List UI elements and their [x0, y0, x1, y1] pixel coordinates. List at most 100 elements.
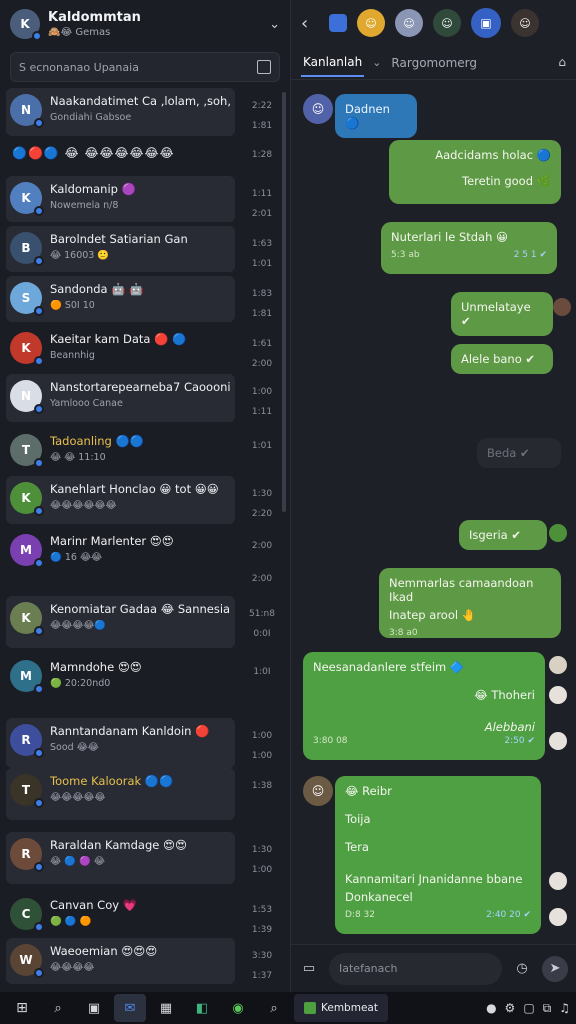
message-bubble[interactable]: Isgeria ✔: [459, 520, 547, 550]
message-preview: 😂😂😂😂😂😂: [50, 500, 117, 511]
conversation-toolbar: ‹ ☺ ☺ ☺ ▣ ☺: [291, 0, 576, 46]
message-text: Tera: [345, 840, 369, 854]
message-text: Toija: [345, 812, 371, 826]
tab-other[interactable]: Rargomomerg: [389, 50, 479, 76]
message-preview: 😂 🔵 🟣 😂: [50, 856, 105, 867]
message-bubble[interactable]: Unmelataye ✔: [451, 292, 553, 336]
chat-list-item[interactable]: R Ranntandanam Kanldoin 🔴 Sood 😂😂: [6, 718, 235, 768]
attach-icon[interactable]: ▭: [299, 959, 319, 979]
message-bubble[interactable]: Dadnen 🔵: [335, 94, 417, 138]
chevron-down-icon[interactable]: ⌄: [269, 17, 280, 32]
message-composer: ▭ Iatefanach ◷ ➤: [291, 944, 576, 992]
participant-avatar[interactable]: ☺: [433, 9, 461, 37]
message-time: 3:8 a0: [389, 628, 418, 638]
conversation-tabs: Kanlanlah ⌄ Rargomomerg ⌂: [291, 46, 576, 80]
message-text: Nemmarlas camaandoan Ikad: [389, 576, 534, 604]
chat-list-item[interactable]: N Nanstortarepearneba7 Caooonisae Yamlooo …: [6, 374, 235, 422]
settings-icon[interactable]: ⚙: [505, 1001, 516, 1016]
message-text: Aadcidams holac 🔵: [435, 148, 551, 162]
reader-avatar: [553, 298, 571, 316]
message-text: Unmelataye ✔: [461, 300, 531, 328]
profile-avatar[interactable]: K: [10, 9, 42, 41]
chat-list-item[interactable]: K Kenomiatar Gadaa 😂 Sannesiah 😂😂😂😂🔵: [6, 596, 235, 648]
message-bubble[interactable]: Beda ✔: [477, 438, 561, 468]
contact-name: Marinr Marlenter 😍😍: [50, 534, 174, 548]
chat-timestamp: 1:0I: [253, 667, 271, 677]
chat-timestamp: 1:30 1:00: [251, 845, 273, 875]
chat-list-item[interactable]: K Kanehlart Honclao 😀 tot 😀😀 😂😂😂😂😂😂: [6, 476, 235, 524]
compose-icon[interactable]: [257, 60, 271, 74]
message-text: Beda ✔: [487, 446, 530, 460]
message-time: D:8 32: [345, 910, 376, 920]
participant-avatar[interactable]: ☺: [395, 9, 423, 37]
search-icon[interactable]: ⌕: [42, 994, 74, 1022]
message-preview: 😂😂😂😂😂: [50, 792, 106, 803]
message-bubble[interactable]: Nuterlari le Stdah 😀 5:3 ab 2 5 1 ✔: [381, 222, 557, 274]
chat-list-item[interactable]: W Waeoemian 😍😍😍 😂😂😂😂: [6, 938, 235, 984]
chat-list-item[interactable]: B Barolndet Satiarian Gan 😂 16003 🙂: [6, 226, 235, 272]
chat-list-item[interactable]: K Kaldomanip 🟣 Nowemela n/8: [6, 176, 235, 222]
messenger-app-icon[interactable]: ✉: [114, 994, 146, 1022]
chat-timestamp: 1:00 1:00: [251, 731, 273, 761]
contact-name: Kanehlart Honclao 😀 tot 😀😀: [50, 482, 219, 496]
group-chat-participants[interactable]: 🔵🔴🔵 😂 😂😂😂😂😂😂: [12, 146, 175, 160]
gallery-icon[interactable]: ▦: [150, 994, 182, 1022]
message-bubble[interactable]: Aadcidams holac 🔵 Teretin good 🌿: [389, 140, 561, 204]
message-input[interactable]: Iatefanach: [329, 952, 502, 985]
taskbar-app-button[interactable]: Kembmeat: [294, 994, 388, 1022]
message-preview: 😂 16003 🙂: [50, 250, 110, 261]
chat-list-item[interactable]: M Mamndohe 😍😍 🟢 20:20nd0: [6, 654, 235, 698]
chat-list-item[interactable]: T Toome Kaloorak 🔵🔵 😂😂😂😂😂: [6, 768, 235, 820]
contact-name: Kaeitar kam Data 🔴 🔵: [50, 332, 187, 346]
sidebar-title: Kaldommtan: [48, 10, 141, 25]
contact-avatar: K: [10, 332, 44, 366]
search-placeholder: S ecnonanao Upanaia: [19, 60, 139, 74]
chat-list-item[interactable]: T Tadoanling 🔵🔵 😂 😂 11:10: [6, 428, 235, 468]
message-preview: 😂 😂 11:10: [50, 452, 106, 463]
contact-avatar: C: [10, 898, 44, 932]
tab-active[interactable]: Kanlanlah: [301, 49, 365, 77]
chat-list-item[interactable]: S Sandonda 🤖 🤖 🟠 S0I 10: [6, 276, 235, 322]
contact-avatar: K: [10, 602, 44, 636]
window-icon[interactable]: ⧉: [543, 1001, 552, 1016]
search-icon[interactable]: ⌕: [258, 994, 290, 1022]
message-bubble[interactable]: Nemmarlas camaandoan Ikad Inatep arool 🤚…: [379, 568, 561, 638]
chat-timestamp: 1:38: [251, 781, 273, 791]
back-icon[interactable]: ‹: [301, 13, 319, 34]
video-call-icon[interactable]: ▣: [471, 8, 501, 38]
chat-timestamp: 3:30 1:37: [251, 951, 273, 981]
task-view-icon[interactable]: ▣: [78, 994, 110, 1022]
chat-list-item[interactable]: K Kaeitar kam Data 🔴 🔵 Beannhig: [6, 326, 235, 366]
chat-app-icon[interactable]: ◉: [222, 994, 254, 1022]
chat-list-item[interactable]: R Raraldan Kamdage 😍😍 😂 🔵 🟣 😂: [6, 832, 235, 884]
search-input[interactable]: S ecnonanao Upanaia: [10, 52, 280, 82]
message-bubble[interactable]: Alele bano ✔: [451, 344, 553, 374]
message-preview: 😂😂😂😂: [50, 962, 95, 973]
sidebar-header[interactable]: K Kaldommtan 🙈😂 Gemas ⌄: [0, 0, 290, 48]
app-icon[interactable]: [329, 14, 347, 32]
user-icon[interactable]: ●: [486, 1001, 496, 1016]
notifications-icon[interactable]: ♫: [559, 1001, 570, 1016]
message-text: Teretin good 🌿: [462, 174, 551, 188]
participant-avatar[interactable]: ☺: [511, 9, 539, 37]
pin-icon[interactable]: ⌂: [558, 55, 566, 69]
message-input-placeholder: Iatefanach: [339, 962, 398, 975]
send-icon[interactable]: ➤: [542, 955, 568, 982]
contact-name: Barolndet Satiarian Gan: [50, 232, 188, 246]
clock-icon[interactable]: ◷: [512, 959, 532, 979]
chat-icon[interactable]: ▢: [523, 1001, 534, 1016]
message-bubble[interactable]: 😂 Reibr Toija Tera Kannamitari Jnanidann…: [335, 776, 541, 934]
chat-timestamp: 51:n8 0:0I: [249, 609, 275, 639]
contact-avatar: K: [10, 182, 44, 216]
chat-list-item[interactable]: C Canvan Coy 💗 🟢 🔵 🟠: [6, 892, 235, 934]
taskbar: ⊞ ⌕ ▣ ✉ ▦ ◧ ◉ ⌕ Kembmeat ● ⚙ ▢ ⧉ ♫: [0, 992, 576, 1024]
reader-avatar: [549, 656, 567, 674]
message-bubble[interactable]: Neesanadanlere stfeim 🔷 😂 Thoheri Alebba…: [303, 652, 545, 760]
chat-list-item[interactable]: M Marinr Marlenter 😍😍 🔵 16 😂😂: [6, 528, 235, 574]
scrollbar[interactable]: [282, 92, 286, 512]
store-icon[interactable]: ◧: [186, 994, 218, 1022]
participant-avatar[interactable]: ☺: [357, 9, 385, 37]
chat-list-item[interactable]: N Naakandatimet Ca ,lolam, ,soh, Gondiahi …: [6, 88, 235, 136]
chevron-down-icon[interactable]: ⌄: [372, 56, 381, 69]
start-icon[interactable]: ⊞: [6, 994, 38, 1022]
